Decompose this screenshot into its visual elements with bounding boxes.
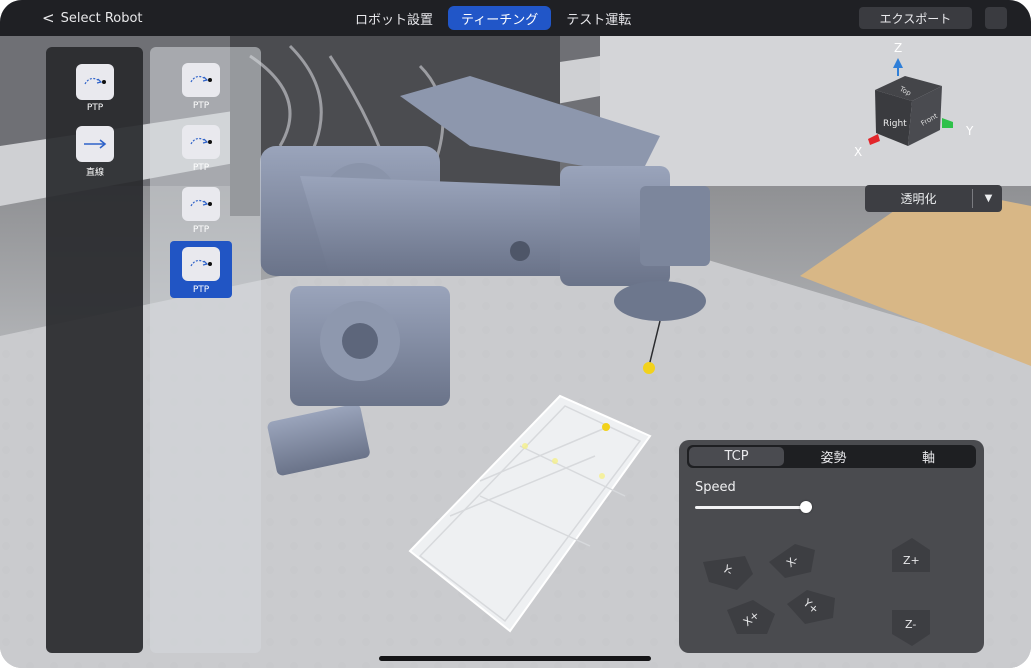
sequence-item-label: PTP — [192, 101, 210, 111]
ptp-motion-icon — [182, 247, 220, 281]
app-window: < Select Robot ロボット設置 ティーチング テスト運転 エクスポー… — [0, 0, 1031, 668]
sequence-item[interactable]: PTP — [170, 119, 232, 176]
speed-label: Speed — [695, 480, 736, 495]
back-button[interactable]: < Select Robot — [42, 9, 143, 27]
ptp-motion-icon — [76, 64, 114, 100]
axis-x-label: X — [854, 145, 862, 159]
menu-button[interactable] — [985, 7, 1007, 29]
home-indicator[interactable] — [379, 656, 651, 661]
ptp-motion-icon — [182, 187, 220, 221]
view-cube-gizmo[interactable]: Z Top Right Front Y X — [850, 38, 980, 168]
back-label: Select Robot — [60, 10, 143, 26]
jog-z-plus-label: Z+ — [903, 554, 920, 567]
transparency-dropdown[interactable]: 透明化 ▼ — [865, 185, 1002, 212]
axis-y-label: Y — [965, 124, 974, 138]
jog-z-minus-label: Z- — [905, 618, 917, 631]
sequence-item-label: PTP — [192, 163, 210, 173]
jog-control-panel: TCP 姿勢 軸 Speed Y- X- X+ Y+ Z+ Z- — [679, 440, 984, 653]
sequence-item-selected[interactable]: PTP — [170, 241, 232, 298]
axis-z-label: Z — [894, 41, 902, 55]
tab-teaching[interactable]: ティーチング — [448, 6, 552, 30]
dropdown-value: 透明化 — [900, 192, 937, 206]
palette-label: PTP — [86, 103, 104, 113]
palette-item-linear[interactable]: 直線 — [76, 126, 114, 178]
speed-slider-track[interactable] — [695, 506, 812, 509]
palette-label: 直線 — [85, 168, 104, 178]
palette-item-ptp[interactable]: PTP — [76, 64, 114, 113]
cube-face-right: Right — [883, 119, 907, 129]
sequence-list: PTP PTP PTP PTP — [150, 47, 261, 653]
ptp-motion-icon — [182, 63, 220, 97]
sequence-item[interactable]: PTP — [170, 181, 232, 238]
tab-test-run[interactable]: テスト運転 — [553, 6, 644, 30]
chevron-left-icon: < — [42, 9, 55, 27]
command-palette: PTP 直線 — [46, 47, 143, 653]
sequence-item-label: PTP — [192, 285, 210, 295]
sequence-item[interactable]: PTP — [170, 57, 232, 114]
segment-axis[interactable]: 軸 — [881, 445, 976, 468]
export-button[interactable]: エクスポート — [859, 7, 972, 29]
mode-tabs: ロボット設置 ティーチング テスト運転 — [342, 6, 644, 30]
linear-arrow-icon — [76, 126, 114, 162]
segment-pose[interactable]: 姿勢 — [786, 445, 881, 468]
tab-robot-setup[interactable]: ロボット設置 — [342, 6, 446, 30]
coordinate-mode-segmented-control: TCP 姿勢 軸 — [687, 445, 976, 468]
caret-down-icon[interactable]: ▼ — [975, 185, 1002, 212]
speed-slider-knob[interactable] — [800, 501, 813, 513]
dropdown-divider — [972, 189, 973, 208]
ptp-motion-icon — [182, 125, 220, 159]
sequence-item-label: PTP — [192, 225, 210, 235]
segment-tcp[interactable]: TCP — [689, 447, 784, 466]
